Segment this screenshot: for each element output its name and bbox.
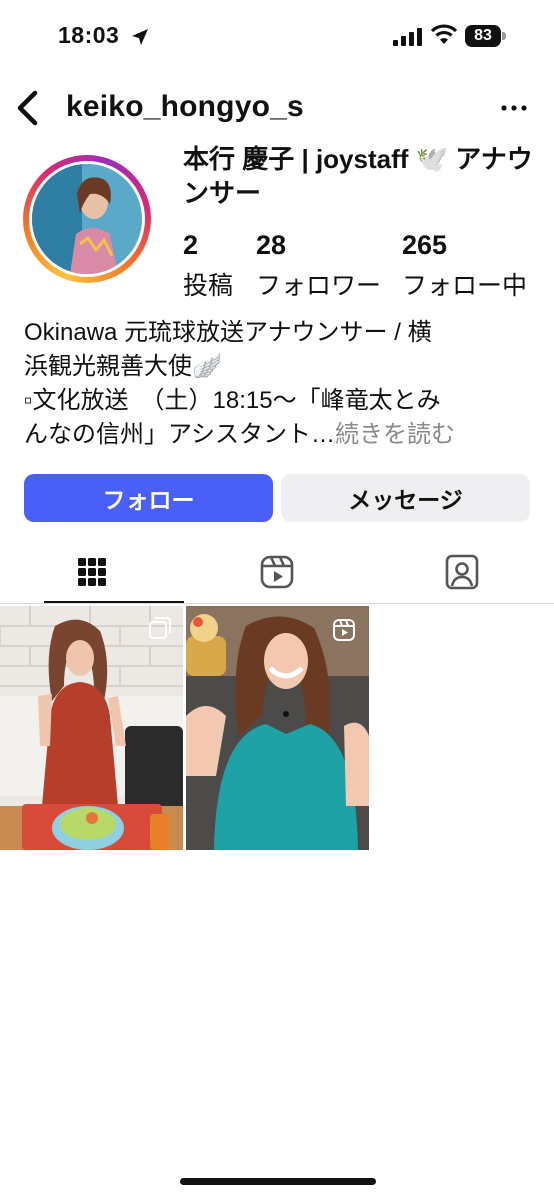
bio-line: 浜観光親善大使🪽 bbox=[24, 353, 222, 380]
bio-line: Okinawa 元琉球放送アナウンサー / 横 bbox=[24, 319, 432, 346]
read-more-link[interactable]: 続きを読む bbox=[335, 421, 455, 448]
more-options-icon[interactable] bbox=[498, 95, 530, 121]
profile-username: keiko_hongyo_s bbox=[66, 90, 304, 123]
post-thumbnail-1[interactable] bbox=[0, 606, 183, 850]
reels-badge-icon bbox=[333, 619, 355, 641]
battery-indicator: 83 bbox=[465, 25, 501, 47]
tab-divider bbox=[0, 603, 554, 604]
wifi-icon bbox=[430, 24, 458, 44]
back-chevron-icon[interactable] bbox=[10, 88, 50, 128]
stat-followers-count[interactable]: 28 bbox=[256, 230, 286, 261]
home-indicator bbox=[180, 1178, 376, 1185]
message-button[interactable]: メッセージ bbox=[281, 474, 530, 522]
tagged-icon[interactable] bbox=[442, 548, 482, 596]
follow-button[interactable]: フォロー bbox=[24, 474, 273, 522]
avatar[interactable] bbox=[29, 161, 145, 277]
cellular-signal-icon bbox=[393, 28, 422, 46]
profile-display-name: 本行 慶子 | joystaff 🕊️ アナウンサー bbox=[183, 144, 533, 208]
reels-icon[interactable] bbox=[257, 548, 297, 596]
battery-tip bbox=[502, 32, 506, 40]
stat-posts-count[interactable]: 2 bbox=[183, 230, 198, 261]
stat-followers-label[interactable]: フォロワー bbox=[256, 266, 381, 302]
bio-line: ▫文化放送 （土）18:15～「峰竜太とみ bbox=[24, 387, 441, 414]
stat-following-count[interactable]: 265 bbox=[402, 230, 447, 261]
status-time: 18:03 bbox=[58, 22, 120, 48]
carousel-icon bbox=[149, 617, 171, 639]
bio-line-last: んなの信州」アシスタント…続きを読む bbox=[24, 418, 534, 452]
bio-line-text: んなの信州」アシスタント… bbox=[24, 421, 336, 448]
profile-bio: Okinawa 元琉球放送アナウンサー / 横 浜観光親善大使🪽 ▫文化放送 （… bbox=[24, 316, 534, 452]
grid-icon[interactable] bbox=[72, 548, 112, 596]
avatar-photo bbox=[32, 164, 142, 274]
location-arrow-icon bbox=[132, 29, 148, 45]
stat-following-label[interactable]: フォロー中 bbox=[402, 266, 527, 302]
stat-posts-label[interactable]: 投稿 bbox=[183, 266, 233, 302]
post-thumbnail-2[interactable] bbox=[186, 606, 369, 850]
